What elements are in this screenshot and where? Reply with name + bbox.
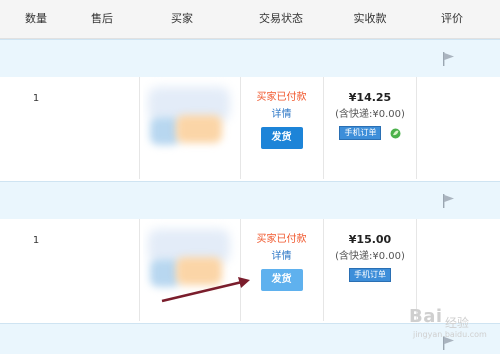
header-rating: 评价 (441, 12, 463, 25)
ship-button[interactable]: 发货 (260, 127, 303, 149)
watermark-url: jingyan.baidu.com (413, 330, 487, 339)
quantity: 1 (32, 235, 40, 246)
annotation-arrow (160, 275, 256, 305)
received-cell: ¥14.25 (含快递:¥0.00) 手机订单 (324, 91, 416, 140)
header-after-sales: 售后 (91, 12, 113, 25)
received-cell: ¥15.00 (含快递:¥0.00) 手机订单 (324, 233, 416, 282)
leaf-icon (390, 127, 401, 139)
header-qty: 数量 (25, 12, 47, 25)
order-band (0, 181, 500, 220)
header-trade-status: 交易状态 (259, 12, 303, 25)
shipping-fee: (含快递:¥0.00) (335, 251, 405, 262)
mobile-order-badge: 手机订单 (339, 125, 382, 140)
order-band (0, 39, 500, 78)
trade-status-cell: 买家已付款 详情 发货 (240, 91, 323, 149)
shipping-fee: (含快递:¥0.00) (335, 109, 405, 120)
price: ¥15.00 (348, 233, 392, 246)
buyer-info-blurred (143, 77, 239, 179)
flag-icon[interactable] (442, 51, 456, 67)
table-header: 数量 售后 买家 交易状态 实收款 评价 (0, 0, 500, 39)
status-text: 买家已付款 (256, 92, 307, 103)
header-received: 实收款 (353, 12, 387, 25)
buyer-info-blurred (143, 219, 239, 321)
detail-link[interactable]: 详情 (240, 250, 323, 264)
watermark-suffix: 经验 (445, 316, 470, 330)
ship-button[interactable]: 发货 (260, 269, 303, 291)
price: ¥14.25 (348, 91, 392, 104)
detail-link[interactable]: 详情 (240, 108, 323, 122)
header-buyer: 买家 (171, 12, 193, 25)
watermark-brand: Bai (409, 306, 443, 327)
order-row: 1 买家已付款 详情 发货 ¥14.25 (含快递:¥0.00) 手机订单 (0, 77, 500, 179)
status-text: 买家已付款 (256, 234, 307, 245)
baidu-watermark: Bai 经验 jingyan.baidu.com (405, 302, 497, 346)
quantity: 1 (32, 93, 40, 104)
flag-icon[interactable] (442, 193, 456, 209)
mobile-order-badge: 手机订单 (349, 267, 391, 282)
